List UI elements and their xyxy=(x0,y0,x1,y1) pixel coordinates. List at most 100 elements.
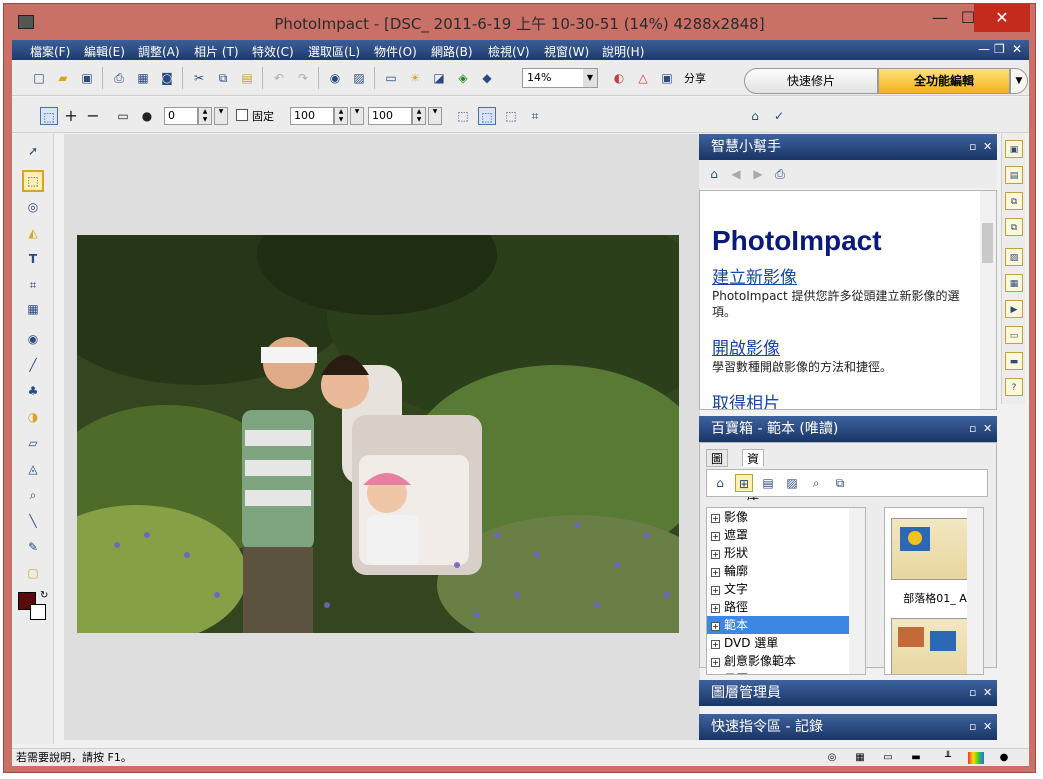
thumbnail-scrollbar[interactable] xyxy=(967,508,983,674)
menu-effect[interactable]: 特效(C) xyxy=(252,43,294,60)
template-thumbnail[interactable] xyxy=(891,518,973,580)
pick-tool-icon[interactable]: ➚ xyxy=(24,142,42,160)
layers-icon[interactable]: ⧉ xyxy=(1005,192,1023,210)
eye-tool-icon[interactable]: ◉ xyxy=(24,330,42,348)
panel-minimize-icon[interactable]: ▫ xyxy=(969,680,976,706)
save-icon[interactable]: ▣ xyxy=(78,69,96,87)
camera-icon[interactable]: ◉ xyxy=(326,69,344,87)
quick-fix-button[interactable]: 快速修片 xyxy=(744,68,878,94)
add-selection-icon[interactable]: + xyxy=(62,107,80,125)
photo-icon[interactable]: ▤ xyxy=(1005,166,1023,184)
tree-item[interactable]: + 影像 xyxy=(707,508,865,526)
library-home-icon[interactable]: ⌂ xyxy=(711,474,729,492)
menu-file[interactable]: 檔案(F) xyxy=(30,43,70,60)
fill-tool-icon[interactable]: ◭ xyxy=(24,224,42,242)
document-icon[interactable]: ▭ xyxy=(1005,326,1023,344)
histogram-icon[interactable]: ▬ xyxy=(1005,352,1023,370)
easypalette-icon[interactable]: ▨ xyxy=(1005,248,1023,266)
view-icon[interactable]: ◎ xyxy=(824,752,840,764)
play-icon[interactable]: ▶ xyxy=(1005,300,1023,318)
pen-tool-icon[interactable]: ✎ xyxy=(24,538,42,556)
layer-manager-header[interactable]: 圖層管理員 ▫ ✕ xyxy=(699,680,997,706)
open-folder-icon[interactable]: ▰ xyxy=(54,69,72,87)
zoom-combobox[interactable]: 14% ▼ xyxy=(522,68,598,88)
path-tool-icon[interactable]: ▢ xyxy=(24,564,42,582)
color-palette-icon[interactable] xyxy=(968,752,984,764)
grid-icon[interactable]: ▦ xyxy=(134,69,152,87)
new-file-icon[interactable]: □ xyxy=(30,69,48,87)
effects-icon[interactable]: ◐ xyxy=(610,69,628,87)
home-icon[interactable]: ⌂ xyxy=(746,107,764,125)
red-eye-icon[interactable]: △ xyxy=(634,69,652,87)
retouch-tool-icon[interactable]: ◑ xyxy=(24,408,42,426)
info-icon[interactable]: ● xyxy=(996,752,1012,764)
title-bar[interactable]: PhotoImpact - [DSC_ 2011-6-19 上午 10-30-5… xyxy=(4,4,1035,40)
panel-close-icon[interactable]: ✕ xyxy=(983,714,992,740)
guide-link-new[interactable]: 建立新影像 xyxy=(712,263,976,288)
mode-dropdown-button[interactable]: ▼ xyxy=(1010,68,1028,94)
menu-web[interactable]: 網路(B) xyxy=(431,43,473,60)
guide-link-open[interactable]: 開啟影像 xyxy=(712,334,976,359)
transform-tool-icon[interactable]: ▦ xyxy=(24,300,42,318)
check-icon[interactable]: ✓ xyxy=(770,107,788,125)
frame-icon[interactable]: ▭ xyxy=(880,752,896,764)
feather-icon[interactable]: ● xyxy=(138,107,156,125)
menu-selection[interactable]: 選取區(L) xyxy=(308,43,360,60)
bucket-icon[interactable]: ◬ xyxy=(24,460,42,478)
monitor-icon[interactable]: ▭ xyxy=(382,69,400,87)
menu-window[interactable]: 視窗(W) xyxy=(544,43,589,60)
close-button[interactable]: ✕ xyxy=(974,4,1030,32)
thumbnail-view-icon[interactable]: ▤ xyxy=(759,474,777,492)
standard-selection-icon[interactable]: ⬚ xyxy=(40,107,58,125)
tree-view-icon[interactable]: ⊞ xyxy=(735,474,753,492)
tab-library[interactable]: 資料庫 xyxy=(742,449,765,502)
smart-guide-header[interactable]: 智慧小幫手 ▫ ✕ xyxy=(699,134,997,160)
home-icon[interactable]: ⌂ xyxy=(705,165,723,183)
scan-icon[interactable]: ◙ xyxy=(158,69,176,87)
menu-photo[interactable]: 相片 (T) xyxy=(194,43,239,60)
easypalette-header[interactable]: 百寶箱 - 範本 (唯讀) ▫ ✕ xyxy=(699,416,997,442)
subtract-selection-icon[interactable]: − xyxy=(84,107,102,125)
print-icon[interactable]: ⎙ xyxy=(771,165,789,183)
image-properties-icon[interactable]: ▨ xyxy=(350,69,368,87)
panel-minimize-icon[interactable]: ▫ xyxy=(969,714,976,740)
eyedropper-icon[interactable]: ╲ xyxy=(24,512,42,530)
share-label[interactable]: 分享 xyxy=(684,70,706,86)
tree-item[interactable]: + 輪廓 xyxy=(707,562,865,580)
tree-item[interactable]: + 創意影像範本 xyxy=(707,652,865,670)
background-color-swatch[interactable] xyxy=(30,604,46,620)
duplicate-icon[interactable]: ⧉ xyxy=(1005,218,1023,236)
menu-object[interactable]: 物件(O) xyxy=(374,43,417,60)
search-icon[interactable]: ⌕ xyxy=(807,474,825,492)
height-spinner[interactable]: ▲ ▼ xyxy=(412,107,426,125)
height-dropdown[interactable]: ▼ xyxy=(428,107,442,125)
workspace[interactable] xyxy=(64,134,700,740)
selection-tool-icon[interactable]: ⬚ xyxy=(22,170,44,192)
minimize-button[interactable]: — xyxy=(929,8,951,30)
template-thumbnail[interactable] xyxy=(891,618,973,674)
fixed-checkbox[interactable] xyxy=(236,109,248,121)
chevron-down-icon[interactable]: ▼ xyxy=(583,69,597,87)
workspace-horizontal-scrollbar[interactable] xyxy=(64,740,700,748)
tree-item-selected[interactable]: + 範本 xyxy=(707,616,865,634)
menu-adjust[interactable]: 調整(A) xyxy=(138,43,180,60)
cut-icon[interactable]: ✂ xyxy=(190,69,208,87)
tree-item[interactable]: + 形狀 xyxy=(707,544,865,562)
panel-minimize-icon[interactable]: ▫ xyxy=(969,134,976,160)
copy-icon[interactable]: ⧉ xyxy=(214,69,232,87)
width-dropdown[interactable]: ▼ xyxy=(350,107,364,125)
mdi-close-button[interactable]: ✕ xyxy=(1012,42,1022,56)
guide-scrollbar[interactable] xyxy=(980,191,996,409)
ruler-icon[interactable]: ╨ xyxy=(940,752,956,764)
magic-wand-icon[interactable]: ◎ xyxy=(24,198,42,216)
panel-close-icon[interactable]: ✕ xyxy=(983,416,992,442)
soft-edge-input[interactable]: 0 xyxy=(164,107,198,125)
clone-stamp-icon[interactable]: ♣ xyxy=(24,382,42,400)
scroll-thumb[interactable] xyxy=(982,223,993,263)
back-icon[interactable]: ◀ xyxy=(727,165,745,183)
zoom-tool-icon[interactable]: ⌕ xyxy=(24,486,42,504)
full-edit-button[interactable]: 全功能編輯 xyxy=(878,68,1010,94)
brightness-icon[interactable]: ☀ xyxy=(406,69,424,87)
focus-icon[interactable]: ◆ xyxy=(478,69,496,87)
crop-icon[interactable]: ⌗ xyxy=(526,107,544,125)
